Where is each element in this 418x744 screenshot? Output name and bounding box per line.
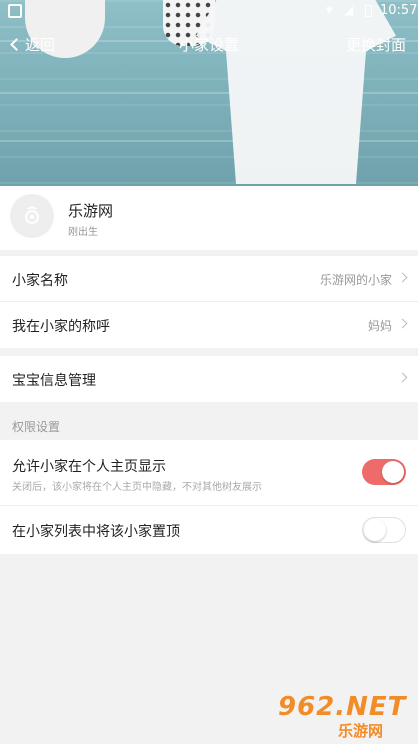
- settings-group-baby: 宝宝信息管理: [0, 356, 418, 402]
- row-my-title[interactable]: 我在小家的称呼 妈妈: [0, 302, 418, 348]
- row-value: 乐游网的小家: [319, 273, 392, 287]
- toggle-label: 在小家列表中将该小家置顶: [12, 524, 180, 540]
- watermark-main: 962.NET: [278, 692, 407, 722]
- toggle-description: 关闭后，该小家将在个人主页中隐藏，不对其他树友展示: [12, 482, 262, 493]
- chevron-right-icon: [397, 318, 408, 329]
- row-label: 宝宝信息管理: [12, 373, 96, 389]
- baby-age: 刚出生: [68, 227, 98, 238]
- toggle-knob: [364, 519, 386, 541]
- chevron-right-icon: [397, 372, 408, 383]
- row-family-name[interactable]: 小家名称 乐游网的小家: [0, 256, 418, 302]
- settings-group-permissions: 允许小家在个人主页显示 关闭后，该小家将在个人主页中隐藏，不对其他树友展示 在小…: [0, 440, 418, 554]
- family-name: 乐游网: [68, 202, 114, 220]
- avatar[interactable]: [10, 194, 54, 238]
- status-bar: ▾ ◢ 10:57: [0, 0, 418, 24]
- pin-to-top-toggle[interactable]: [362, 517, 406, 543]
- row-pin-to-top: 在小家列表中将该小家置顶: [0, 506, 418, 554]
- signal-icon: ◢: [344, 3, 354, 17]
- status-time: 10:57: [380, 3, 418, 18]
- nav-bar: 返回 小家设置 更换封面: [0, 28, 418, 60]
- watermark-logo: 962.NET 乐游网: [278, 690, 412, 740]
- show-on-profile-toggle[interactable]: [362, 459, 406, 485]
- battery-icon: [365, 5, 372, 17]
- chevron-right-icon: [397, 272, 408, 283]
- row-show-on-profile: 允许小家在个人主页显示 关闭后，该小家将在个人主页中隐藏，不对其他树友展示: [0, 440, 418, 506]
- section-title-permissions: 权限设置: [12, 420, 61, 434]
- baby-pacifier-icon: [25, 206, 39, 224]
- watermark-sub: 乐游网: [338, 722, 384, 740]
- toggle-knob: [382, 461, 404, 483]
- row-label: 我在小家的称呼: [12, 319, 110, 335]
- wifi-icon: ▾: [326, 3, 333, 18]
- row-label: 小家名称: [12, 273, 68, 289]
- settings-group-basic: 小家名称 乐游网的小家 我在小家的称呼 妈妈: [0, 256, 418, 348]
- notification-icon: [8, 4, 22, 18]
- toggle-label: 允许小家在个人主页显示: [12, 459, 166, 475]
- profile-card[interactable]: 乐游网 刚出生: [0, 186, 418, 250]
- change-cover-button[interactable]: 更换封面: [346, 34, 406, 55]
- row-baby-info[interactable]: 宝宝信息管理: [0, 356, 418, 402]
- row-value: 妈妈: [367, 319, 392, 333]
